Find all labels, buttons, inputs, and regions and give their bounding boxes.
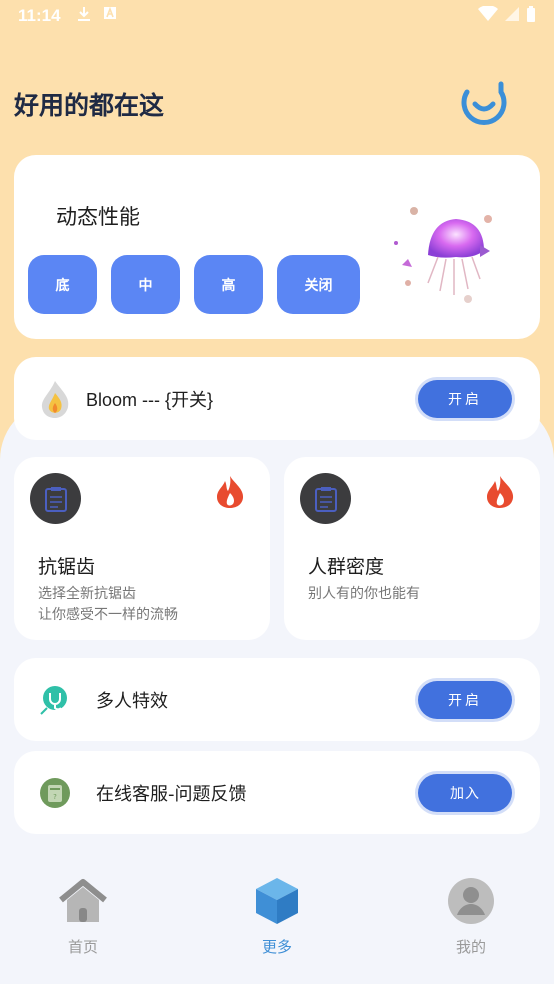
performance-title: 动态性能 (56, 205, 140, 229)
app-logo-icon (461, 80, 507, 126)
font-icon (103, 6, 117, 26)
performance-card: 动态性能 底 中 高 关闭 (14, 155, 540, 339)
perf-off-button[interactable]: 关闭 (277, 255, 360, 314)
perf-high-button[interactable]: 高 (194, 255, 263, 314)
user-icon (446, 876, 496, 926)
antialias-desc-line1: 选择全新抗锯齿 (38, 586, 136, 602)
bloom-row: Bloom --- {开关} 开启 (14, 357, 540, 440)
nav-more-label: 更多 (261, 938, 292, 956)
crowd-density-title: 人群密度 (308, 556, 385, 578)
antialias-title: 抗锯齿 (38, 556, 96, 578)
clipboard-icon (300, 473, 351, 524)
status-time: 11:14 (18, 6, 61, 25)
nav-profile-label: 我的 (455, 938, 486, 956)
clipboard-icon (30, 473, 81, 524)
status-bar: 11:14 (0, 0, 554, 32)
svg-text:?: ? (53, 793, 57, 801)
nav-more[interactable]: 更多 (227, 870, 327, 957)
nav-home[interactable]: 首页 (33, 870, 133, 957)
service-icon: ? (38, 776, 72, 810)
hot-fire-icon (214, 475, 246, 509)
download-icon (77, 6, 91, 26)
bottom-navigation: 首页 更多 我的 (0, 870, 554, 970)
antialias-desc-line2: 让你感受不一样的流畅 (38, 607, 178, 623)
cube-icon (252, 876, 302, 926)
crowd-density-desc: 别人有的你也能有 (308, 586, 420, 602)
page-title: 好用的都在这 (14, 91, 165, 120)
home-icon (58, 876, 108, 926)
wifi-icon (478, 5, 498, 26)
support-join-button[interactable]: 加入 (418, 773, 512, 812)
crowd-density-card[interactable]: 人群密度 别人有的你也能有 (284, 457, 540, 640)
nav-home-label: 首页 (67, 938, 98, 956)
bloom-label: Bloom --- {开关} (86, 389, 214, 410)
stethoscope-icon (38, 683, 72, 717)
support-label: 在线客服-问题反馈 (96, 783, 247, 805)
multi-effect-label: 多人特效 (96, 690, 168, 712)
bloom-toggle-button[interactable]: 开启 (418, 379, 512, 418)
signal-icon (504, 6, 520, 26)
multi-effect-toggle-button[interactable]: 开启 (418, 680, 512, 719)
hot-fire-icon (484, 475, 516, 509)
perf-medium-button[interactable]: 中 (111, 255, 180, 314)
multi-effect-row: 多人特效 开启 (14, 658, 540, 741)
antialias-card[interactable]: 抗锯齿 选择全新抗锯齿 让你感受不一样的流畅 (14, 457, 270, 640)
jellyfish-illustration (384, 199, 504, 309)
battery-icon (526, 6, 536, 26)
perf-low-button[interactable]: 底 (28, 255, 97, 314)
support-row: ? 在线客服-问题反馈 加入 (14, 751, 540, 834)
nav-profile[interactable]: 我的 (421, 870, 521, 957)
flame-logo-icon (38, 380, 72, 418)
